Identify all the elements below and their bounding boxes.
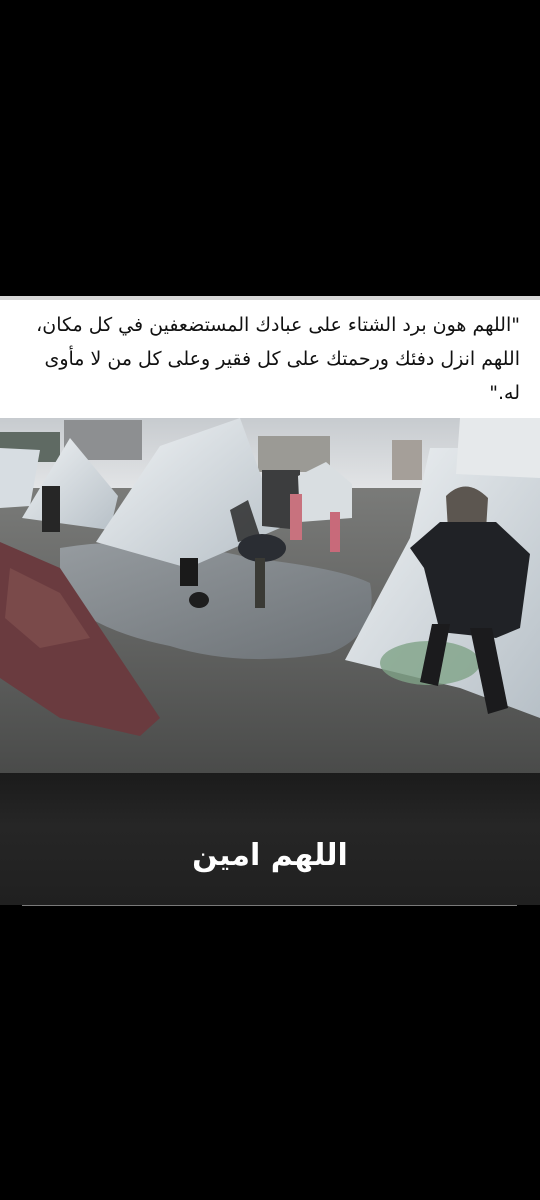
child xyxy=(290,494,302,540)
camp-photo xyxy=(0,418,540,773)
person xyxy=(255,558,265,608)
person xyxy=(238,534,286,562)
bucket xyxy=(180,558,198,586)
prayer-text-block: "اللهم هون برد الشتاء على عبادك المستضعف… xyxy=(0,300,540,418)
caption-text: اللهم امين xyxy=(192,838,348,873)
camp-photo-illustration xyxy=(0,418,540,773)
bucket xyxy=(189,592,209,608)
post-frame: "اللهم هون برد الشتاء على عبادك المستضعف… xyxy=(0,0,540,1200)
child xyxy=(330,512,340,552)
prayer-text: "اللهم هون برد الشتاء على عبادك المستضعف… xyxy=(36,314,520,404)
building xyxy=(392,440,422,480)
caption-divider xyxy=(22,905,517,906)
person xyxy=(42,486,60,532)
tent xyxy=(456,418,540,478)
